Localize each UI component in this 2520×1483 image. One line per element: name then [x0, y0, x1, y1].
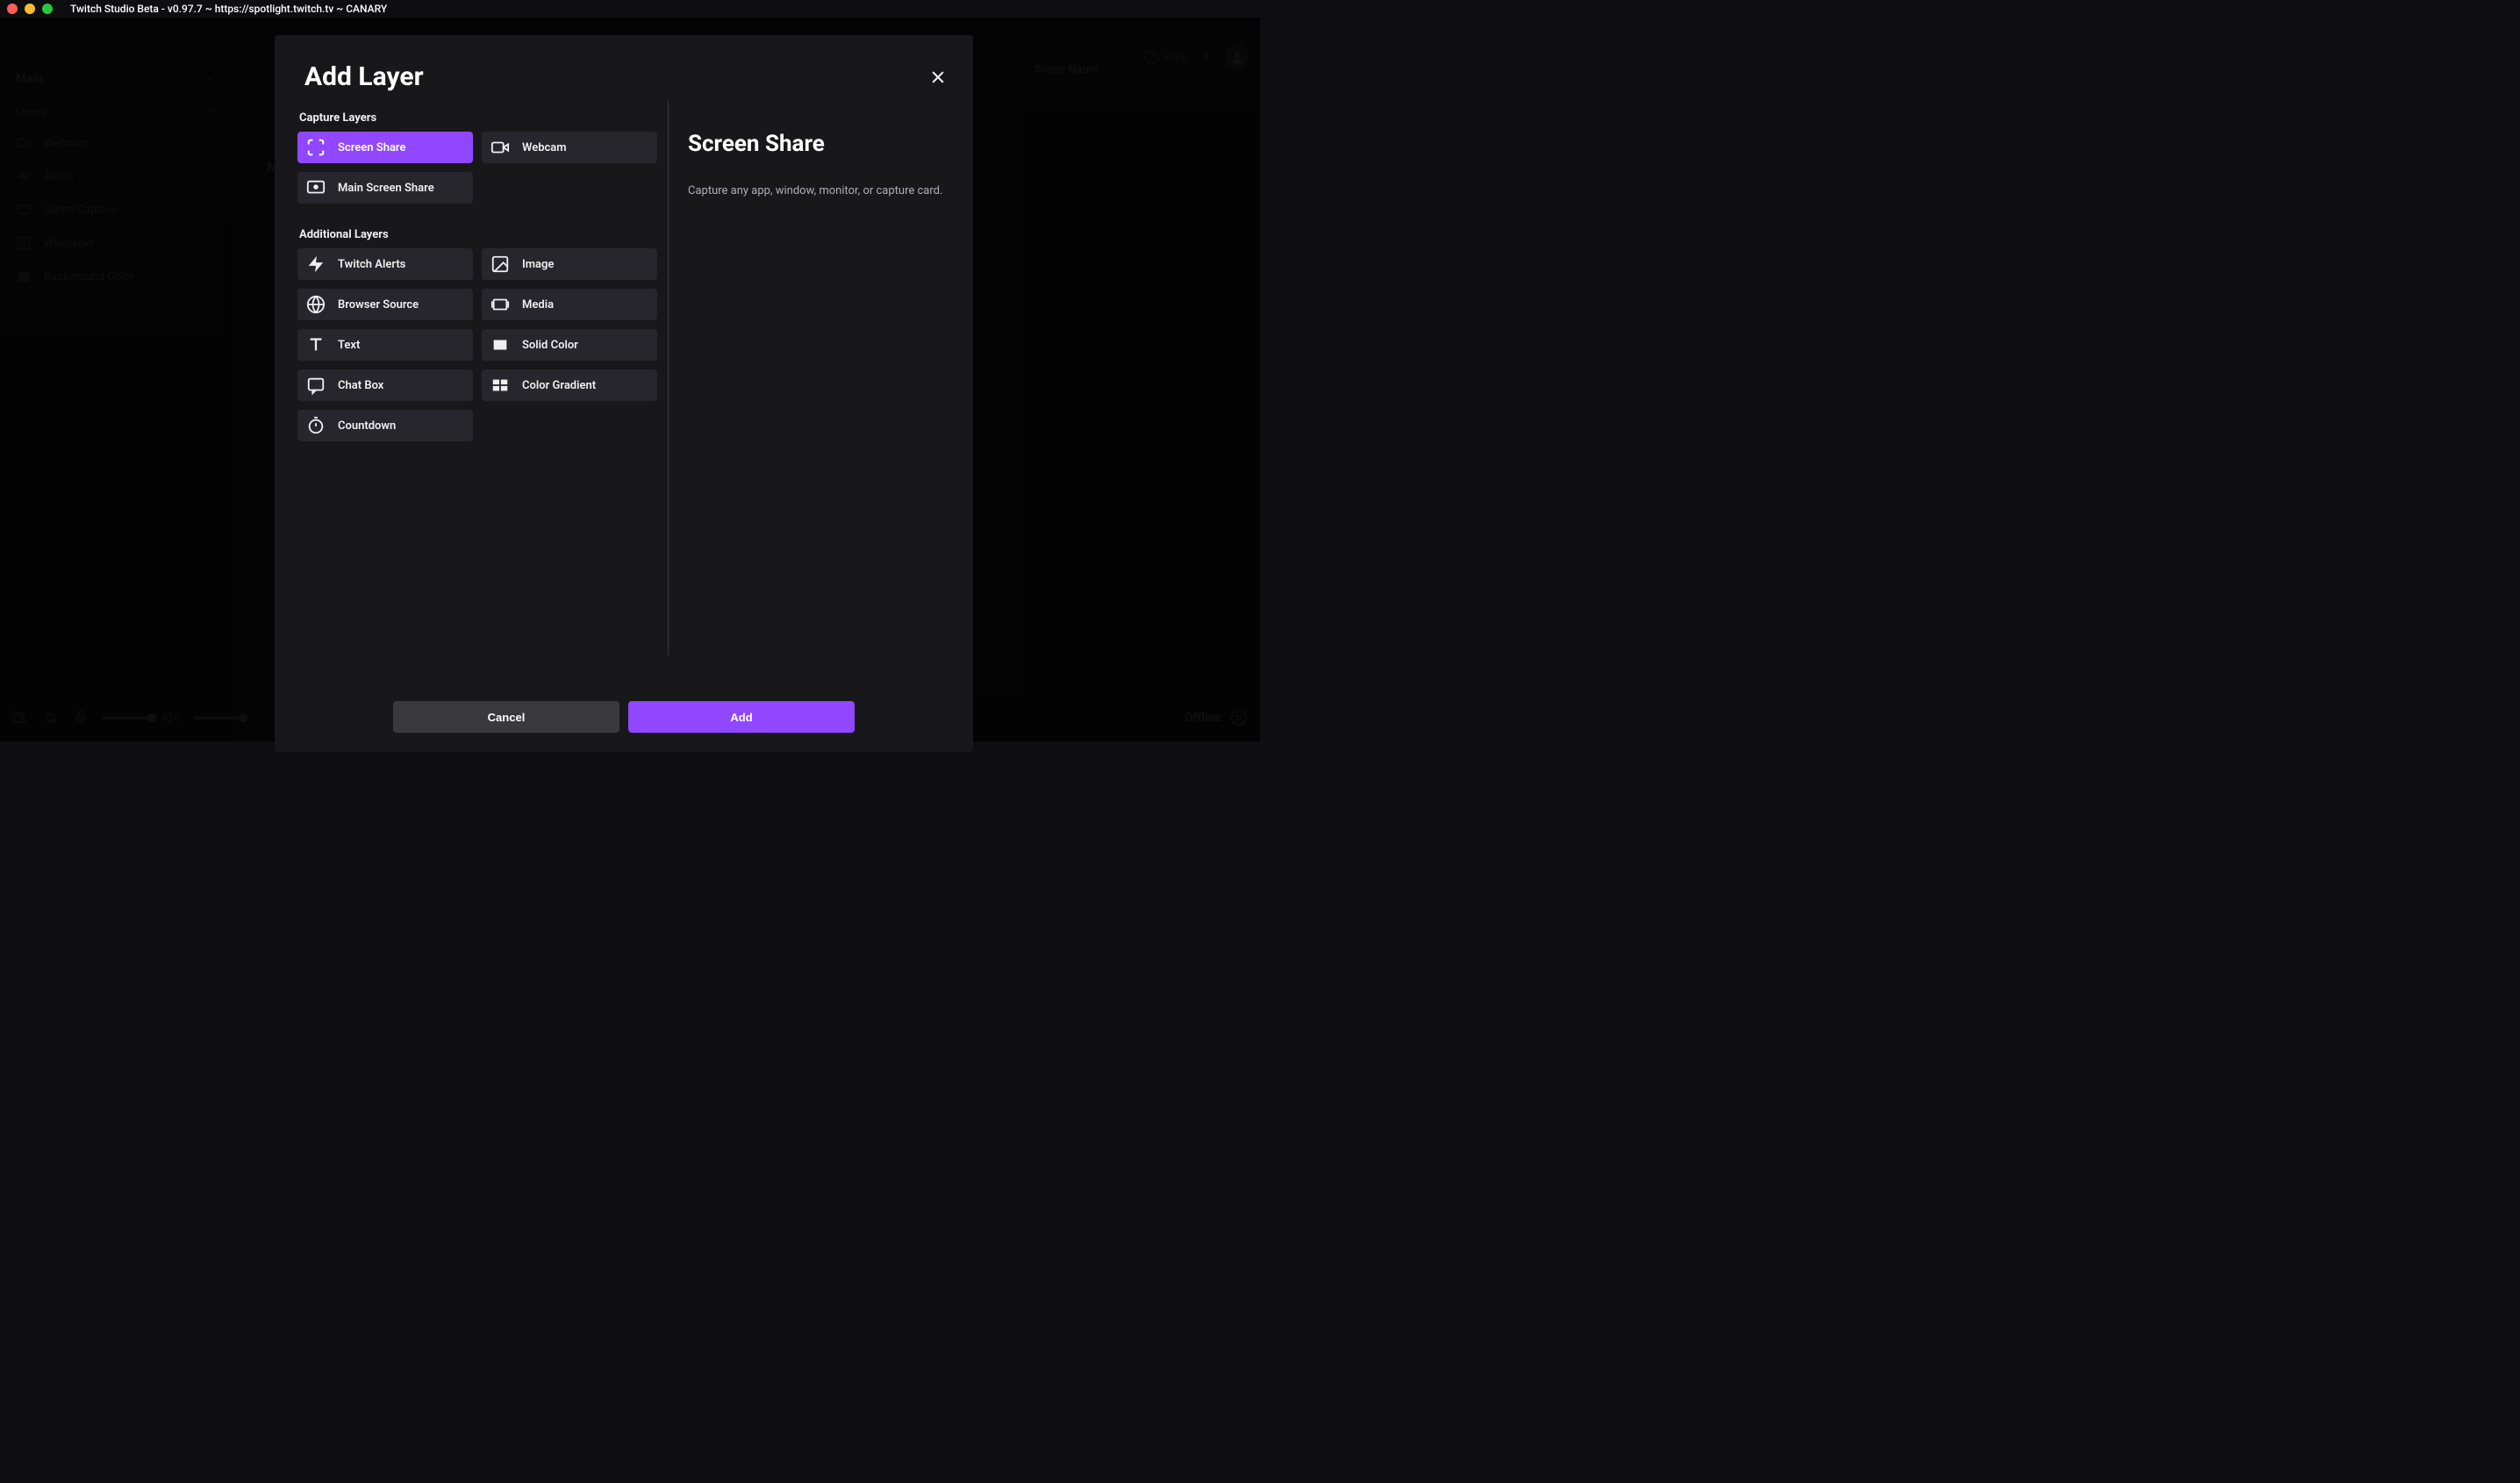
tile-webcam[interactable]: Webcam — [482, 132, 657, 163]
tile-media[interactable]: Media — [482, 289, 657, 320]
text-icon — [306, 335, 326, 355]
gradient-icon — [490, 376, 510, 395]
cancel-button[interactable]: Cancel — [393, 701, 619, 733]
image-icon — [490, 254, 510, 274]
tile-label: Media — [522, 298, 554, 312]
tile-chat-box[interactable]: Chat Box — [297, 369, 473, 401]
additional-layers-heading: Additional Layers — [299, 228, 657, 241]
titlebar: Twitch Studio Beta - v0.97.7 ~ https://s… — [0, 0, 1260, 18]
tile-label: Browser Source — [338, 298, 419, 312]
tile-main-screen-share[interactable]: Main Screen Share — [297, 172, 473, 204]
tile-label: Solid Color — [522, 339, 578, 352]
window-title: Twitch Studio Beta - v0.97.7 ~ https://s… — [70, 3, 387, 15]
tile-screen-share[interactable]: Screen Share — [297, 132, 473, 163]
layer-detail: Screen Share Capture any app, window, mo… — [668, 101, 950, 656]
tile-countdown[interactable]: Countdown — [297, 410, 473, 441]
tile-label: Main Screen Share — [338, 182, 434, 195]
window-controls — [7, 4, 53, 14]
tile-label: Screen Share — [338, 141, 405, 154]
capture-layers-heading: Capture Layers — [299, 111, 657, 125]
layer-options: Capture Layers Screen Share Webcam Main … — [297, 101, 664, 687]
chat-icon — [306, 376, 326, 395]
tile-label: Chat Box — [338, 379, 383, 392]
tile-label: Color Gradient — [522, 379, 596, 392]
bolt-icon — [306, 254, 326, 274]
tile-label: Twitch Alerts — [338, 258, 405, 271]
solid-color-icon — [490, 335, 510, 355]
tile-text[interactable]: Text — [297, 329, 473, 361]
detail-title: Screen Share — [688, 131, 950, 157]
tile-image[interactable]: Image — [482, 248, 657, 280]
modal-title: Add Layer — [304, 61, 424, 92]
media-icon — [490, 295, 510, 314]
tile-label: Image — [522, 258, 554, 271]
globe-icon — [306, 295, 326, 314]
tile-color-gradient[interactable]: Color Gradient — [482, 369, 657, 401]
monitor-icon — [306, 178, 326, 197]
tile-label: Countdown — [338, 419, 396, 433]
tile-solid-color[interactable]: Solid Color — [482, 329, 657, 361]
maximize-button[interactable] — [42, 4, 53, 14]
stopwatch-icon — [306, 416, 326, 435]
minimize-button[interactable] — [25, 4, 35, 14]
webcam-icon — [490, 138, 510, 157]
add-layer-modal: Add Layer Capture Layers Screen Share We… — [275, 35, 973, 752]
close-button[interactable] — [7, 4, 18, 14]
tile-label: Text — [338, 339, 360, 352]
tile-browser-source[interactable]: Browser Source — [297, 289, 473, 320]
detail-description: Capture any app, window, monitor, or cap… — [688, 183, 950, 199]
close-modal-button[interactable] — [929, 68, 947, 86]
tile-twitch-alerts[interactable]: Twitch Alerts — [297, 248, 473, 280]
tile-label: Webcam — [522, 141, 567, 154]
screen-share-icon — [306, 138, 326, 157]
add-button[interactable]: Add — [628, 701, 855, 733]
